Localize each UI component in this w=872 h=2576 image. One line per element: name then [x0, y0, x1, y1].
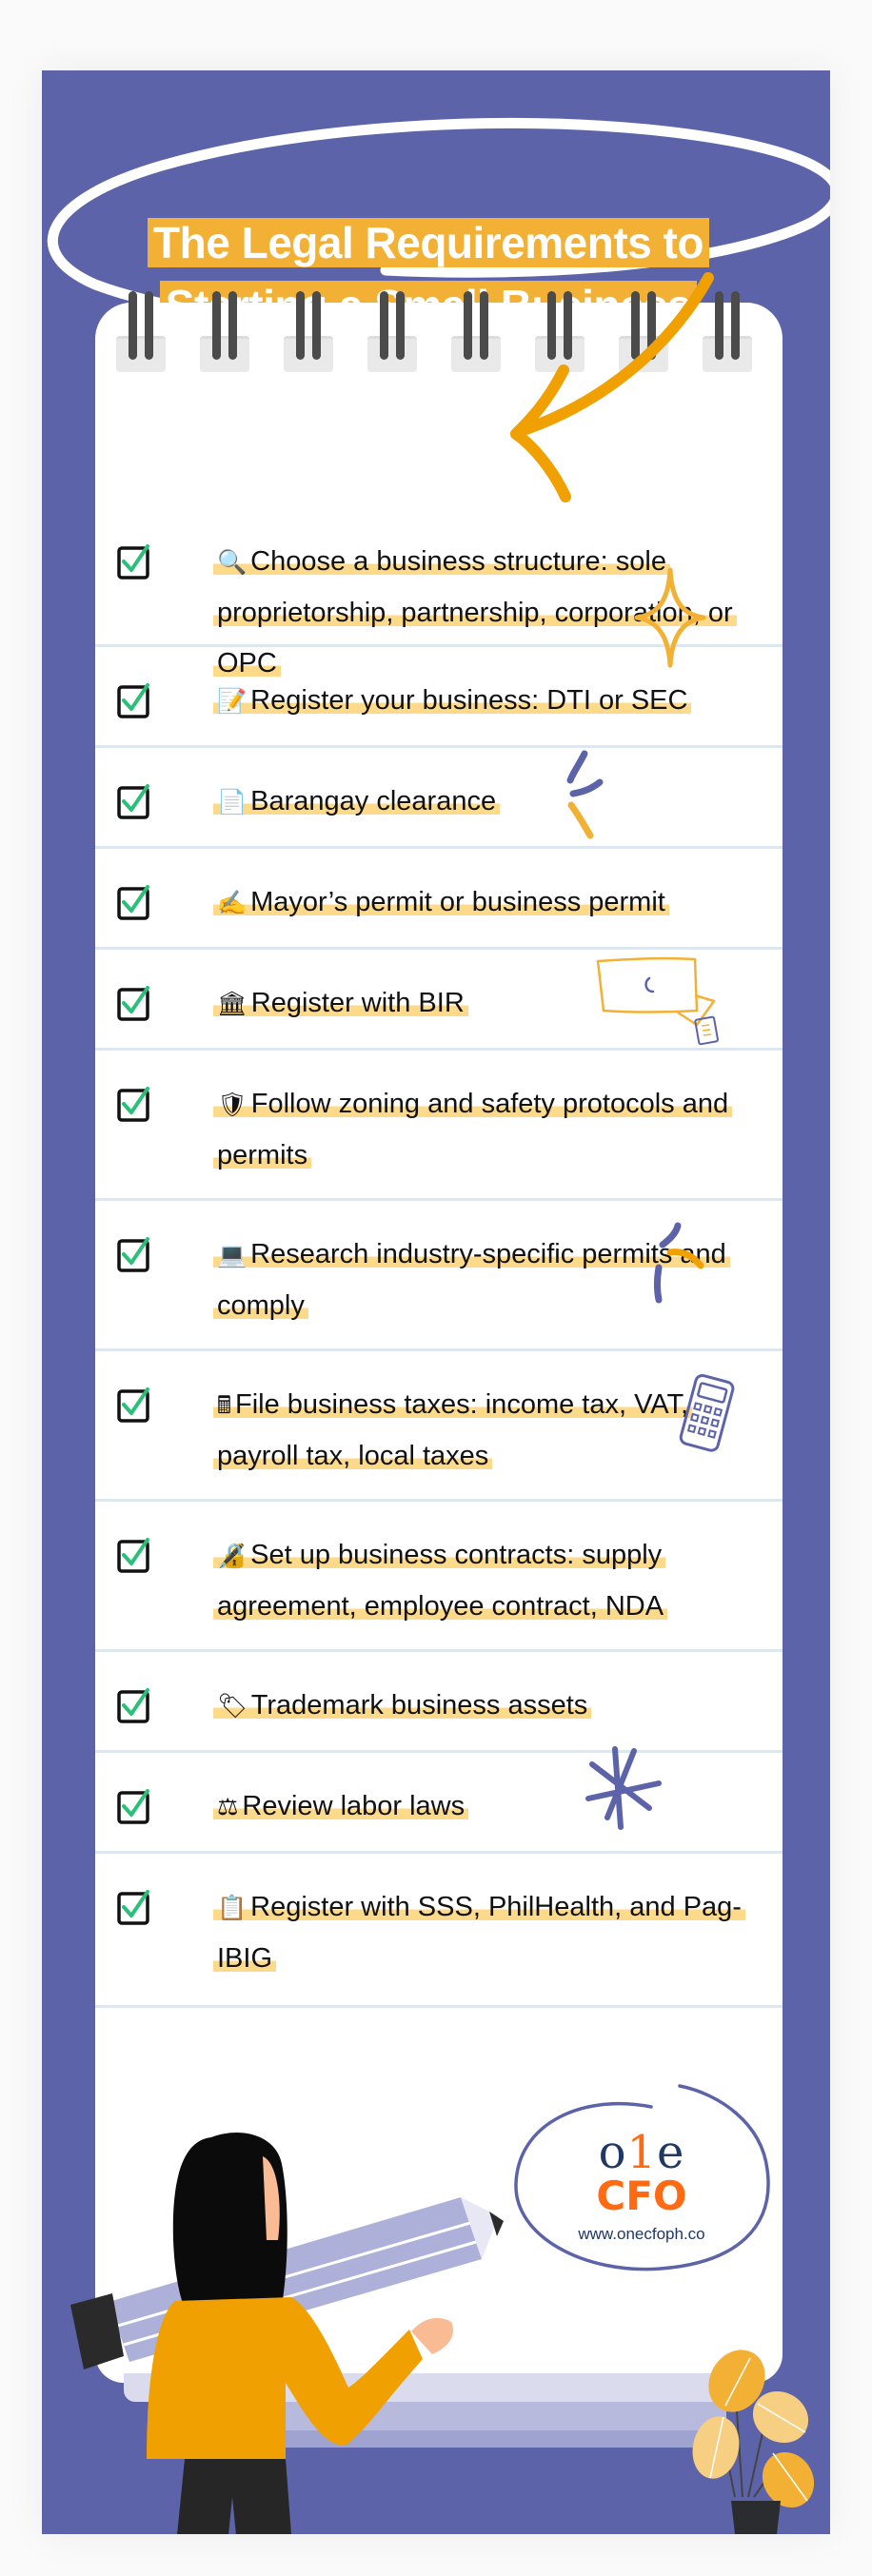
shield-icon: 🛡	[217, 1091, 248, 1118]
checklist-item-text: 📋 Register with SSS, PhilHealth, and Pag-…	[213, 1882, 745, 1984]
clipboard-icon: 📋	[217, 1895, 248, 1921]
checklist-item: 📄 Barangay clearance	[95, 748, 783, 849]
magnifying-glass-icon: 🔍	[217, 549, 248, 576]
logo-wordmark-one: o1e	[598, 2126, 685, 2179]
checklist-item-text: 🏷 Trademark business assets	[213, 1681, 744, 1732]
laptop-icon: 💻	[217, 1242, 248, 1268]
ring-wire	[228, 291, 237, 360]
calculator-doodle	[679, 1373, 735, 1452]
checklist-item-text: 📄 Barangay clearance	[213, 777, 744, 828]
checkbox-checked-icon[interactable]	[116, 782, 154, 820]
calculator-icon: 🖩	[217, 1392, 232, 1419]
ring-tab	[367, 336, 417, 372]
checklist-item: 🛡 Follow zoning and safety protocols and …	[95, 1051, 783, 1201]
ring-wire	[296, 291, 305, 360]
laptop-doodle	[596, 956, 719, 1046]
website-url[interactable]: www.onecfoph.co	[556, 2225, 727, 2244]
checkbox-checked-icon[interactable]	[116, 883, 154, 921]
burst-lines-doodle	[654, 1222, 704, 1304]
ring-tab	[116, 336, 166, 372]
document-icon: 📄	[217, 789, 248, 816]
checklist-item: 📋 Register with SSS, PhilHealth, and Pag-…	[95, 1854, 783, 2008]
ring-wire	[212, 291, 221, 360]
potted-plant-illustration	[692, 2350, 815, 2534]
checkbox-checked-icon[interactable]	[116, 1787, 154, 1825]
checkbox-checked-icon[interactable]	[116, 1235, 154, 1273]
memo-icon: 📝	[217, 688, 248, 715]
burst-lines-doodle	[566, 750, 604, 839]
spiral-ring	[116, 291, 166, 396]
onecfo-logo: o1e CFO www.onecfoph.co	[556, 2130, 727, 2244]
checklist-item-text: ✍ Mayor’s permit or business permit	[213, 877, 744, 929]
balance-scale-icon: ⚖	[217, 1794, 239, 1820]
locked-with-pen-icon: 🔏	[217, 1543, 248, 1569]
ring-tab	[284, 336, 333, 372]
ring-wire	[129, 291, 137, 360]
ring-wire	[312, 291, 321, 360]
checklist-item: ⚖ Review labor laws	[95, 1753, 783, 1854]
checklist-item-text: 📝 Register your business: DTI or SEC	[213, 676, 744, 727]
classical-building-icon: 🏛	[217, 991, 248, 1017]
checkbox-checked-icon[interactable]	[116, 1536, 154, 1574]
infographic-panel: The Legal Requirements to Starting a Sma…	[42, 70, 830, 2534]
spiral-ring	[200, 291, 249, 396]
checkbox-checked-icon[interactable]	[116, 681, 154, 719]
asterisk-doodle	[585, 1746, 662, 1830]
checkbox-checked-icon[interactable]	[116, 1085, 154, 1123]
logo-wordmark-cfo: CFO	[596, 2173, 687, 2219]
checkbox-checked-icon[interactable]	[116, 1386, 154, 1424]
woman-with-pencil-illustration	[70, 2133, 504, 2534]
ring-tab	[200, 336, 249, 372]
checkbox-checked-icon[interactable]	[116, 984, 154, 1022]
checkbox-checked-icon[interactable]	[116, 542, 154, 580]
sparkle-doodle	[634, 567, 706, 668]
writing-hand-icon: ✍	[217, 890, 248, 916]
checklist-item-text: 🖩 File business taxes: income tax, VAT, p…	[213, 1380, 744, 1482]
ring-wire	[396, 291, 405, 360]
checklist-item: 🏷 Trademark business assets	[95, 1652, 783, 1753]
checkbox-checked-icon[interactable]	[116, 1888, 154, 1926]
ring-wire	[145, 291, 153, 360]
checklist-item: 🔏 Set up business contracts: supply agree…	[95, 1502, 783, 1652]
label-tag-icon: 🏷	[217, 1693, 248, 1720]
checklist-item-text: 🔏 Set up business contracts: supply agree…	[213, 1530, 744, 1632]
checklist-item: ✍ Mayor’s permit or business permit	[95, 849, 783, 950]
spiral-ring	[367, 291, 417, 396]
ring-wire	[380, 291, 388, 360]
spiral-ring	[284, 291, 333, 396]
checklist-item-text: 🛡 Follow zoning and safety protocols and …	[213, 1079, 744, 1181]
checkbox-checked-icon[interactable]	[116, 1686, 154, 1724]
